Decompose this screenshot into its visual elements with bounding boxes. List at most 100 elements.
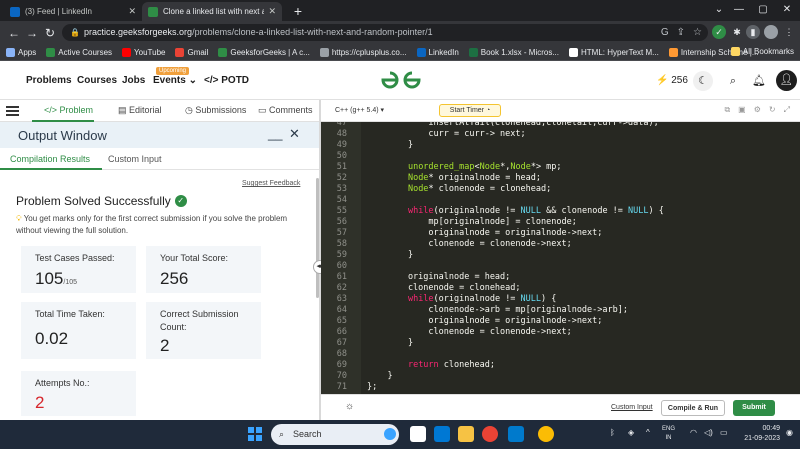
code-line[interactable]: 49 }: [321, 140, 800, 151]
fullscreen-icon[interactable]: ⤢: [784, 105, 790, 115]
tray-chevron-icon[interactable]: ^: [646, 428, 650, 437]
paste-icon[interactable]: ▣: [738, 105, 746, 115]
nav-problems[interactable]: Problems: [26, 75, 72, 86]
tab-comments[interactable]: ▭ Comments: [258, 105, 313, 116]
wifi-icon[interactable]: ◠: [690, 428, 697, 437]
code-line[interactable]: 61 originalnode = head;: [321, 272, 800, 283]
bookmark-gfg[interactable]: GeeksforGeeks | A c...: [218, 47, 310, 57]
all-bookmarks[interactable]: All Bookmarks: [730, 47, 794, 56]
theme-toggle-moon-icon[interactable]: ☾: [693, 71, 713, 91]
code-line[interactable]: 70 }: [321, 371, 800, 382]
share-icon[interactable]: ⇪: [677, 24, 685, 41]
notification-icon[interactable]: ◉: [786, 428, 793, 437]
extensions-puzzle-icon[interactable]: ✱: [730, 25, 744, 39]
task-view-icon[interactable]: [410, 426, 426, 442]
search-icon[interactable]: ⌕: [723, 71, 743, 91]
code-line[interactable]: 57 originalnode = originalnode->next;: [321, 228, 800, 239]
custom-input-link[interactable]: Custom Input: [611, 404, 653, 411]
code-line[interactable]: 58 clonenode = clonenode->next;: [321, 239, 800, 250]
code-editor[interactable]: 47 insertAtTail(clonehead,clonetail,curr…: [321, 122, 800, 394]
code-line[interactable]: 60: [321, 261, 800, 272]
close-icon[interactable]: ✕: [268, 6, 276, 17]
code-line[interactable]: 54: [321, 195, 800, 206]
streak-counter[interactable]: ⚡ 256: [656, 75, 688, 86]
store-icon[interactable]: [434, 426, 450, 442]
language-select[interactable]: C++ (g++ 5.4) ▾: [335, 106, 384, 114]
bookmark-linkedin[interactable]: LinkedIn: [416, 47, 459, 57]
bookmark-youtube[interactable]: YouTube: [122, 47, 165, 57]
tab-submissions[interactable]: ◷ Submissions: [185, 105, 246, 116]
code-line[interactable]: 69 return clonehead;: [321, 360, 800, 371]
language-indicator[interactable]: ENG IN: [662, 425, 675, 443]
code-line[interactable]: 67 }: [321, 338, 800, 349]
gfg-logo[interactable]: [378, 69, 424, 91]
taskbar-search[interactable]: ⌕ Search: [271, 424, 399, 445]
code-line[interactable]: 47 insertAtTail(clonehead,clonetail,curr…: [321, 122, 800, 129]
compile-run-button[interactable]: Compile & Run: [661, 400, 725, 416]
tab-gfg-problem[interactable]: Clone a linked list with next and r ✕: [142, 2, 282, 21]
code-line[interactable]: 53 Node* clonenode = clonehead;: [321, 184, 800, 195]
close-icon[interactable]: ✕: [128, 6, 136, 17]
extension-gfg-icon[interactable]: ✓: [712, 25, 726, 39]
tab-problem[interactable]: </> Problem: [44, 105, 93, 115]
menu-kebab-icon[interactable]: ⋮: [782, 25, 796, 39]
window-close-icon[interactable]: ✕: [772, 2, 800, 18]
hamburger-menu-icon[interactable]: [6, 104, 19, 118]
bookmark-html-mdn[interactable]: HTML: HyperText M...: [569, 47, 659, 57]
tab-linkedin[interactable]: (3) Feed | LinkedIn ✕: [4, 2, 142, 21]
code-line[interactable]: 55 while(originalnode != NULL && cloneno…: [321, 206, 800, 217]
copy-icon[interactable]: ⧉: [724, 105, 730, 115]
bookmark-book1[interactable]: Book 1.xlsx - Micros...: [468, 47, 559, 57]
security-icon[interactable]: ◈: [628, 428, 634, 437]
google-icon[interactable]: G: [661, 24, 669, 41]
new-tab-button[interactable]: +: [290, 3, 306, 19]
vscode-icon[interactable]: [508, 426, 524, 442]
forward-icon[interactable]: →: [24, 25, 40, 41]
code-line[interactable]: 64 clonenode->arb = mp[originalnode->arb…: [321, 305, 800, 316]
code-line[interactable]: 71};: [321, 382, 800, 393]
file-explorer-icon[interactable]: [458, 426, 474, 442]
bookmark-active-courses[interactable]: Active Courses: [46, 47, 112, 57]
code-line[interactable]: 56 mp[originalnode] = clonenode;: [321, 217, 800, 228]
code-line[interactable]: 62 clonenode = clonehead;: [321, 283, 800, 294]
system-clock[interactable]: 00:49 21-09-2023: [736, 424, 780, 444]
user-avatar-icon[interactable]: 👤︎: [776, 70, 797, 91]
nav-courses[interactable]: Courses: [77, 75, 117, 86]
code-line[interactable]: 52 Node* originalnode = head;: [321, 173, 800, 184]
chrome-canary-icon[interactable]: [538, 426, 554, 442]
nav-potd[interactable]: </> POTD: [204, 75, 249, 86]
battery-icon[interactable]: ▭: [720, 428, 728, 437]
reload-icon[interactable]: ↻: [42, 25, 58, 41]
code-line[interactable]: 59 }: [321, 250, 800, 261]
windows-start-icon[interactable]: [248, 427, 262, 441]
profile-icon[interactable]: [764, 25, 778, 39]
submit-button[interactable]: Submit: [733, 400, 775, 416]
start-timer-button[interactable]: Start Timer ◔: [439, 104, 501, 117]
url-bar[interactable]: 🔒 practice.geeksforgeeks.org/problems/cl…: [62, 24, 708, 41]
minimize-output-icon[interactable]: __: [268, 126, 282, 141]
settings-gear-icon[interactable]: ⚙: [754, 105, 761, 115]
sidepanel-icon[interactable]: ▮: [746, 25, 760, 39]
close-output-icon[interactable]: ✕: [289, 126, 300, 142]
volume-icon[interactable]: ◁): [704, 428, 713, 437]
reset-icon[interactable]: ↻: [769, 105, 776, 115]
chrome-icon[interactable]: [482, 426, 498, 442]
star-icon[interactable]: ☆: [693, 24, 702, 41]
tab-editorial[interactable]: ▤ Editorial: [118, 105, 162, 116]
bookmark-apps[interactable]: Apps: [6, 47, 36, 57]
bookmark-gmail[interactable]: Gmail: [175, 47, 208, 57]
tab-custom-input[interactable]: Custom Input: [108, 154, 162, 164]
nav-events[interactable]: Events ⌄: [153, 75, 197, 86]
code-line[interactable]: 50: [321, 151, 800, 162]
bell-icon[interactable]: 🔔︎: [749, 71, 769, 91]
nav-jobs[interactable]: Jobs: [122, 75, 145, 86]
code-line[interactable]: 65 originalnode = originalnode->next;: [321, 316, 800, 327]
code-line[interactable]: 66 clonenode = clonenode->next;: [321, 327, 800, 338]
lightbulb-icon[interactable]: ☼: [345, 401, 354, 412]
back-icon[interactable]: ←: [6, 25, 22, 41]
code-line[interactable]: 48 curr = curr-> next;: [321, 129, 800, 140]
bluetooth-icon[interactable]: ᛒ: [610, 428, 615, 437]
bookmark-cplusplus[interactable]: https://cplusplus.co...: [319, 47, 407, 57]
tab-compilation-results[interactable]: Compilation Results: [10, 154, 90, 164]
code-line[interactable]: 68: [321, 349, 800, 360]
